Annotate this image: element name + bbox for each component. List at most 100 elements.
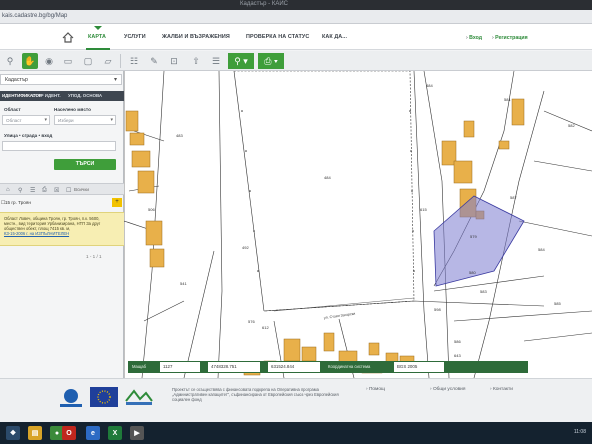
scale-value[interactable]: 1127 — [160, 362, 200, 372]
info-icon[interactable]: ▢ — [80, 53, 96, 69]
area-select[interactable]: Област ▾ — [2, 115, 50, 125]
parcel-label: 584 — [538, 247, 545, 252]
search-panel: Кадастър ▾ ИДЕНТИФИКАТОР СТАР ИДЕНТ. УПО… — [0, 71, 124, 378]
area-select-value: Област — [6, 118, 22, 123]
start-icon[interactable]: ❖ — [6, 426, 20, 440]
nav-map[interactable]: КАРТА — [88, 34, 106, 40]
tab-old-identifier[interactable]: СТАР ИДЕНТ. — [32, 93, 61, 98]
active-nav-marker — [94, 26, 102, 30]
footer-link-contacts[interactable]: › Контакти — [490, 387, 513, 392]
parcel-label: 586 — [454, 339, 461, 344]
area-measure-icon[interactable]: ⊡ — [166, 53, 182, 69]
nav-how-to[interactable]: КАК ДА... — [322, 34, 347, 40]
site-header: КАРТА УСЛУГИ ЖАЛБИ И ВЪЗРАЖЕНИЯ ПРОВЕРКА… — [0, 24, 592, 50]
address-bar[interactable]: kais.cadastre.bg/bg/Map — [0, 10, 592, 24]
search-button[interactable]: ТЪРСИ — [54, 159, 116, 170]
add-icon[interactable]: + — [112, 198, 122, 207]
select-all-label: Всички — [74, 187, 89, 192]
address-label: Улица • сграда • вход — [4, 133, 53, 138]
delete-icon[interactable]: ☒ — [54, 187, 59, 194]
map-canvas[interactable]: 483 484 506 492 541 484 579 580 582 583 … — [124, 71, 592, 378]
chevron-down-icon: ▾ — [110, 117, 113, 123]
excel-icon[interactable]: X — [108, 426, 122, 440]
folder-icon[interactable]: ▤ — [28, 426, 42, 440]
settlement-select[interactable]: Избери ▾ — [54, 115, 116, 125]
y-coordinate: 631524.844 — [268, 362, 320, 372]
toolbar-separator — [120, 54, 121, 68]
rectangle-select-icon[interactable]: ▭ — [60, 53, 76, 69]
system-clock: 11:08 — [573, 429, 586, 435]
address-input[interactable] — [2, 141, 116, 151]
cadastral-map[interactable]: 483 484 506 492 541 484 579 580 582 583 … — [124, 71, 592, 378]
parcel-label: 541 — [180, 281, 187, 286]
opera-icon[interactable]: O — [62, 426, 76, 440]
footer-link-help[interactable]: › Помощ — [366, 387, 385, 392]
area-label: Област — [4, 107, 21, 112]
eu-flag-logo — [90, 387, 118, 407]
parcel-label: 598 — [434, 307, 441, 312]
layers-icon[interactable]: ☰ — [208, 53, 224, 69]
zoom-icon[interactable]: ⚲ — [18, 187, 22, 194]
media-icon[interactable]: ▶ — [130, 426, 144, 440]
polygon-select-icon[interactable]: ▱ — [100, 53, 116, 69]
footer-link-help-label[interactable]: Помощ — [369, 387, 385, 392]
esf-logo — [60, 389, 82, 407]
print-icon[interactable]: ⎙ ▾ — [258, 53, 284, 69]
result-title: 15 гр. Троян — [5, 200, 31, 205]
login-label[interactable]: Вход — [469, 35, 482, 41]
parcel-label: 582 — [568, 123, 575, 128]
footer-link-terms-label[interactable]: Общи условия — [433, 387, 466, 392]
home-icon[interactable]: ⌂ — [6, 187, 10, 193]
footer-link-contacts-label[interactable]: Контакти — [493, 387, 513, 392]
browser-titlebar: Кадастър - КАИС — [0, 0, 592, 10]
street-label: ул. Стоян Загорски — [324, 312, 356, 320]
parcel-label: 576 — [248, 319, 255, 324]
table-icon[interactable]: ☷ — [126, 53, 142, 69]
register-link[interactable]: › Регистрация — [492, 35, 528, 41]
screen: Кадастър - КАИС kais.cadastre.bg/bg/Map … — [0, 0, 592, 444]
export-icon[interactable]: ⎙ — [42, 187, 47, 194]
footer-link-terms[interactable]: › Общи условия — [430, 387, 465, 392]
parcel-label: 484 — [324, 175, 331, 180]
parcel-label: 583 — [480, 289, 487, 294]
globe-icon[interactable]: ◉ — [41, 53, 57, 69]
layer-select[interactable]: Кадастър ▾ — [0, 74, 122, 85]
scale-label: Мащаб — [132, 364, 147, 369]
result-title-row[interactable]: ☐ 15 гр. Троян + — [0, 198, 124, 208]
settlement-select-value: Избери — [58, 118, 74, 123]
pager: 1 - 1 / 1 — [86, 254, 102, 259]
layer-select-value: Кадастър — [5, 77, 28, 83]
tab-regulation[interactable]: УПОД. ОСНОВА — [68, 93, 102, 98]
browser-icon[interactable]: e — [86, 426, 100, 440]
search-icon[interactable]: ⚲ — [2, 53, 18, 69]
parcel-label: 579 — [470, 234, 477, 239]
nav-complaints[interactable]: ЖАЛБИ И ВЪЗРАЖЕНИЯ — [162, 34, 230, 40]
location-icon[interactable]: ⚲ ▾ — [228, 53, 254, 69]
selected-parcel[interactable] — [433, 195, 525, 287]
checkbox-icon[interactable]: ☐ — [66, 187, 71, 194]
coord-system-value[interactable]: BGS 2005 — [394, 362, 444, 372]
nav-services[interactable]: УСЛУГИ — [124, 34, 146, 40]
operational-program-logo — [125, 389, 153, 405]
nav-status-check[interactable]: ПРОВЕРКА НА СТАТУС — [246, 34, 309, 40]
parcel-label: 587 — [510, 195, 517, 200]
ruler-icon[interactable]: ✎ — [146, 53, 162, 69]
chevron-down-icon: ▾ — [113, 77, 117, 83]
list-icon[interactable]: ☰ — [30, 187, 35, 194]
parcel-label: 643 — [454, 353, 461, 358]
url-text[interactable]: kais.cadastre.bg/bg/Map — [2, 13, 67, 19]
result-link[interactable]: КЗ-15-2006 г. на ИЗПЪЛНИТЕЛЕН — [4, 231, 120, 236]
site-footer: Проектът се осъществява с финансовата по… — [0, 378, 592, 422]
settlement-label: Населено място — [54, 107, 91, 112]
parcel-label: 580 — [469, 270, 476, 275]
x-coordinate: 4748328.751 — [208, 362, 260, 372]
parcel-label: 506 — [148, 207, 155, 212]
home-icon[interactable] — [62, 32, 74, 43]
checkbox-icon[interactable]: ☐ — [1, 200, 5, 206]
hand-icon[interactable]: ✋ — [22, 53, 38, 69]
parcel-label: 483 — [176, 133, 183, 138]
register-label[interactable]: Регистрация — [495, 35, 527, 41]
login-link[interactable]: › Вход — [466, 35, 482, 41]
parcel-label: 484 — [426, 83, 433, 88]
upload-icon[interactable]: ⇧ — [188, 53, 204, 69]
